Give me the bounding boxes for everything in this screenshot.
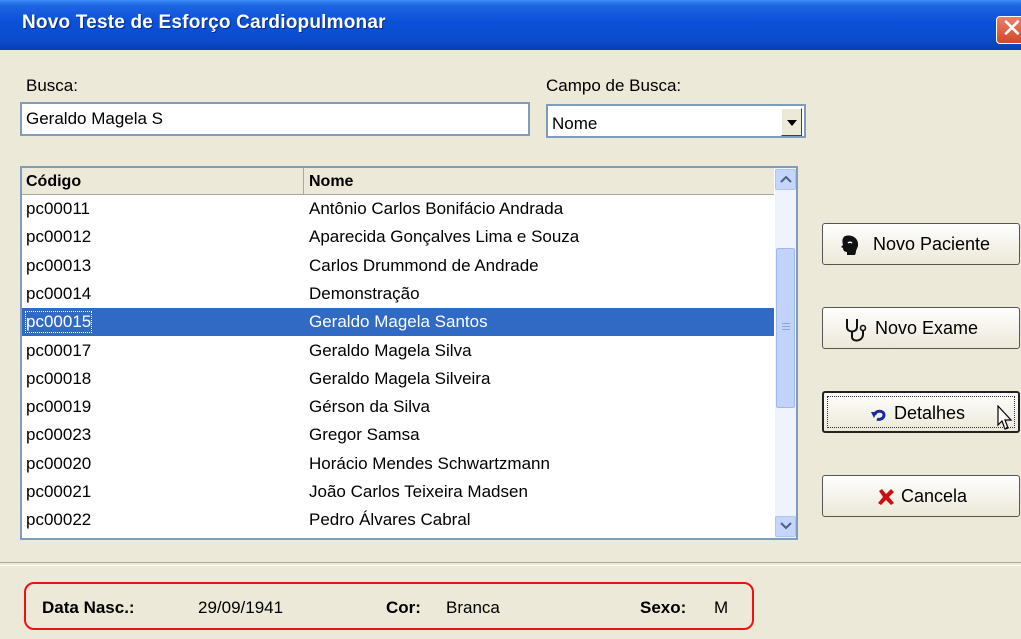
stethoscope-icon bbox=[846, 319, 867, 342]
cell-nome: João Carlos Teixeira Madsen bbox=[309, 482, 528, 501]
scroll-down-button[interactable] bbox=[775, 516, 796, 537]
cell-codigo: pc00022 bbox=[26, 510, 92, 530]
search-field-label: Campo de Busca: bbox=[546, 76, 682, 95]
cell-nome: Geraldo Magela Santos bbox=[309, 312, 488, 332]
patient-info-panel: Data Nasc.: 29/09/1941 Cor: Branca Sexo:… bbox=[24, 582, 754, 630]
table-header: Código Nome bbox=[22, 168, 774, 195]
cell-codigo: pc00015 bbox=[24, 311, 93, 334]
cell-codigo: pc00020 bbox=[26, 453, 92, 473]
cell-nome: Geraldo Magela Silva bbox=[309, 340, 472, 360]
scroll-up-button[interactable] bbox=[775, 169, 796, 190]
data-nasc-value: 29/09/1941 bbox=[198, 598, 284, 617]
table-row[interactable]: pc00012 Aparecida Gonçalves Lima e Souza bbox=[22, 223, 774, 251]
sexo-label: Sexo: bbox=[640, 598, 687, 617]
cell-nome: Pedro Álvares Cabral bbox=[309, 510, 471, 530]
vertical-scrollbar[interactable] bbox=[775, 168, 796, 538]
novo-exame-label: Novo Exame bbox=[875, 318, 979, 338]
search-input[interactable] bbox=[20, 102, 530, 136]
patient-head-icon bbox=[841, 235, 859, 255]
cell-codigo: pc00017 bbox=[26, 340, 92, 360]
table-row[interactable]: pc00011 Antônio Carlos Bonifácio Andrada bbox=[22, 195, 774, 223]
novo-exame-button[interactable]: Novo Exame bbox=[822, 307, 1020, 349]
column-header-codigo[interactable]: Código bbox=[22, 168, 304, 194]
dropdown-arrow-icon[interactable] bbox=[781, 108, 802, 136]
table-row[interactable]: pc00013 Carlos Drummond de Andrade bbox=[22, 252, 774, 280]
novo-paciente-label: Novo Paciente bbox=[873, 234, 991, 254]
cancela-label: Cancela bbox=[901, 486, 968, 506]
cell-nome: Aparecida Gonçalves Lima e Souza bbox=[309, 227, 580, 247]
title-bar: Novo Teste de Esforço Cardiopulmonar ✕ bbox=[0, 0, 1021, 50]
table-row[interactable]: pc00019 Gérson da Silva bbox=[22, 393, 774, 421]
column-header-nome[interactable]: Nome bbox=[305, 168, 774, 194]
cell-nome: Demonstração bbox=[309, 283, 420, 303]
patient-table[interactable]: Código Nome pc00011 Antônio Carlos Bonifá… bbox=[20, 166, 798, 540]
sexo-value: M bbox=[714, 598, 729, 617]
cell-codigo: pc00011 bbox=[26, 199, 90, 218]
table-row[interactable]: pc00015 Geraldo Magela Santos bbox=[22, 308, 774, 337]
table-row[interactable]: pc00022 Pedro Álvares Cabral bbox=[22, 506, 774, 534]
cor-value: Branca bbox=[446, 598, 500, 617]
cell-codigo: pc00023 bbox=[26, 425, 92, 445]
cell-codigo: pc00013 bbox=[26, 255, 92, 275]
table-row[interactable]: pc00017 Geraldo Magela Silva bbox=[22, 337, 774, 365]
table-row[interactable]: pc00023 Gregor Samsa bbox=[22, 421, 774, 449]
mouse-cursor-icon bbox=[997, 405, 1013, 430]
cell-codigo: pc00018 bbox=[26, 368, 92, 388]
table-row[interactable]: pc00020 Horácio Mendes Schwartzmann bbox=[22, 450, 774, 478]
cell-codigo: pc00014 bbox=[26, 283, 92, 303]
novo-paciente-button[interactable]: Novo Paciente bbox=[822, 223, 1020, 265]
close-button[interactable]: ✕ bbox=[996, 14, 1021, 44]
detalhes-button[interactable]: Detalhes bbox=[822, 391, 1020, 433]
cell-codigo: pc00012 bbox=[26, 227, 92, 247]
cor-label: Cor: bbox=[386, 598, 421, 617]
scroll-thumb[interactable] bbox=[776, 248, 795, 408]
chevron-down-icon bbox=[780, 522, 792, 530]
table-row[interactable]: pc00021 João Carlos Teixeira Madsen bbox=[22, 478, 774, 506]
window-title: Novo Teste de Esforço Cardiopulmonar bbox=[22, 12, 386, 33]
search-label: Busca: bbox=[26, 76, 78, 95]
cell-codigo: pc00021 bbox=[26, 482, 92, 501]
chevron-up-icon bbox=[780, 175, 792, 183]
search-field-select[interactable]: Nome bbox=[546, 104, 806, 138]
cell-nome: Geraldo Magela Silveira bbox=[309, 368, 491, 388]
cell-nome: Antônio Carlos Bonifácio Andrada bbox=[309, 199, 564, 218]
table-row[interactable]: pc00014 Demonstração bbox=[22, 280, 774, 308]
cell-nome: Carlos Drummond de Andrade bbox=[309, 255, 539, 275]
search-field-value: Nome bbox=[552, 114, 598, 133]
detalhes-label: Detalhes bbox=[894, 403, 966, 423]
close-icon: ✕ bbox=[1001, 14, 1021, 44]
cell-nome: Gregor Samsa bbox=[309, 425, 420, 445]
red-x-icon bbox=[878, 489, 894, 505]
data-nasc-label: Data Nasc.: bbox=[42, 598, 135, 617]
cancela-button[interactable]: Cancela bbox=[822, 475, 1020, 517]
cell-codigo: pc00019 bbox=[26, 397, 92, 417]
divider bbox=[0, 562, 1021, 566]
undo-arrow-icon bbox=[871, 409, 886, 421]
cell-nome: Horácio Mendes Schwartzmann bbox=[309, 453, 550, 473]
table-row[interactable]: pc00018 Geraldo Magela Silveira bbox=[22, 365, 774, 393]
cell-nome: Gérson da Silva bbox=[309, 397, 430, 417]
